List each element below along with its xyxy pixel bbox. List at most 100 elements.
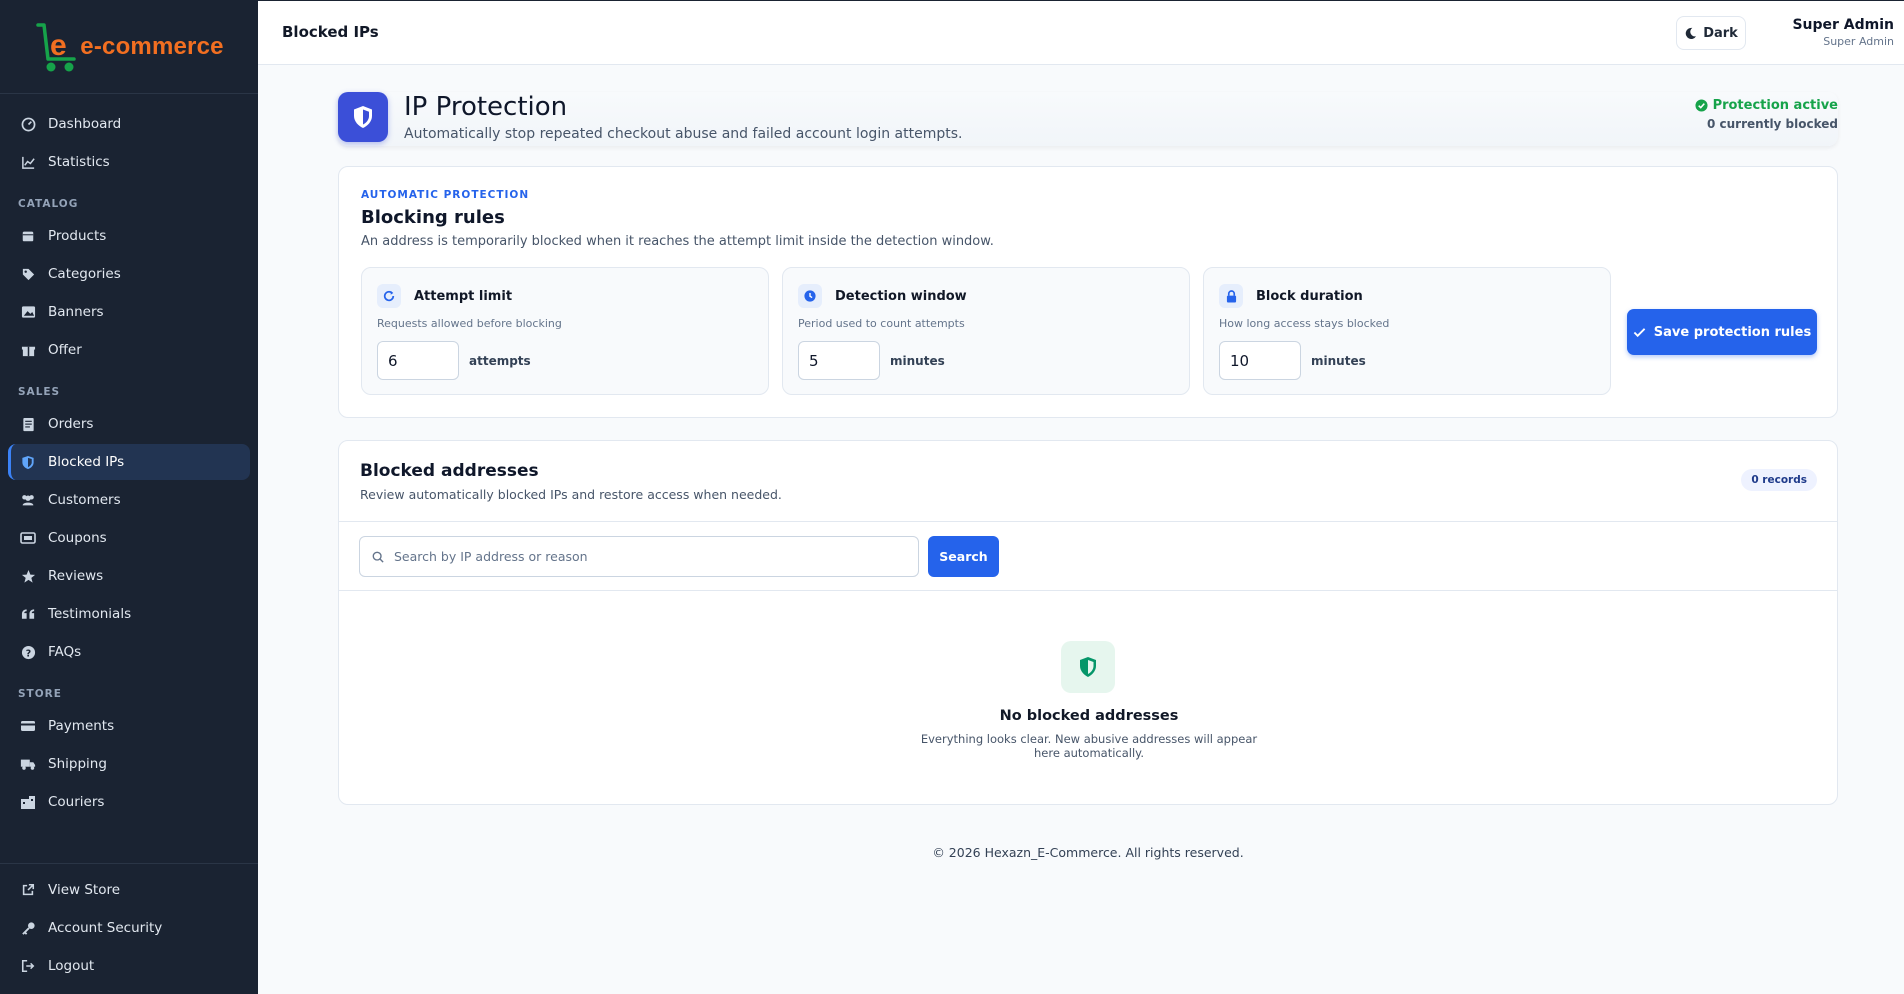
blocked-subtitle: Review automatically blocked IPs and res…: [360, 487, 782, 502]
sidebar-item-view-store[interactable]: View Store: [8, 872, 250, 908]
search-field[interactable]: [359, 536, 919, 577]
sidebar-item-categories[interactable]: Categories: [8, 256, 250, 292]
users-icon: [20, 492, 36, 508]
image-icon: [20, 304, 36, 320]
sidebar-item-payments[interactable]: Payments: [8, 708, 250, 744]
blocking-rules-card: AUTOMATIC PROTECTION Blocking rules An a…: [338, 166, 1838, 418]
chart-line-icon: [20, 154, 36, 170]
blocked-addresses-card: Blocked addresses Review automatically b…: [338, 440, 1838, 805]
blocked-count: 0 currently blocked: [1707, 117, 1838, 131]
brand-logo[interactable]: e e-commerce: [0, 0, 258, 94]
rule-unit: attempts: [469, 354, 531, 368]
quote-icon: [20, 606, 36, 622]
dark-mode-toggle[interactable]: Dark: [1676, 16, 1746, 50]
sidebar-item-label: Offer: [48, 342, 82, 358]
sidebar-item-dashboard[interactable]: Dashboard: [8, 106, 250, 142]
sidebar-item-label: Categories: [48, 266, 121, 282]
header-title: IP Protection: [404, 92, 568, 122]
receipt-icon: [20, 416, 36, 432]
sidebar-item-label: Blocked IPs: [48, 454, 125, 470]
detection-window-input[interactable]: [798, 341, 880, 380]
rule-title: Attempt limit: [414, 289, 513, 304]
sidebar-item-products[interactable]: Products: [8, 218, 250, 254]
sidebar-item-statistics[interactable]: Statistics: [8, 144, 250, 180]
search-button[interactable]: Search: [928, 536, 999, 577]
status-text: Protection active: [1712, 98, 1838, 113]
sidebar-item-label: Banners: [48, 304, 104, 320]
search-input[interactable]: [394, 549, 894, 564]
shield-icon: [20, 454, 36, 470]
building-icon: [20, 794, 36, 810]
attempt-limit-input[interactable]: [377, 341, 459, 380]
rule-detection-window: Detection window Period used to count at…: [782, 267, 1190, 395]
sidebar-item-shipping[interactable]: Shipping: [8, 746, 250, 782]
empty-state-title: No blocked addresses: [999, 708, 1179, 724]
sidebar-item-coupons[interactable]: Coupons: [8, 520, 250, 556]
dashboard-icon: [20, 116, 36, 132]
star-icon: [20, 568, 36, 584]
moon-icon: [1684, 27, 1697, 40]
rule-unit: minutes: [890, 354, 945, 368]
logo-text: e-commerce: [80, 32, 224, 60]
save-button-label: Save protection rules: [1653, 324, 1812, 340]
sidebar-item-label: Couriers: [48, 794, 105, 810]
sidebar-item-logout[interactable]: Logout: [8, 948, 250, 984]
save-protection-rules-button[interactable]: Save protection rules: [1627, 309, 1817, 355]
svg-text:e: e: [50, 29, 67, 62]
rule-subtitle: Requests allowed before blocking: [377, 317, 562, 330]
sidebar-item-label: Shipping: [48, 756, 107, 772]
svg-text:?: ?: [25, 648, 30, 659]
ticket-icon: [20, 530, 36, 546]
gift-icon: [20, 342, 36, 358]
protection-status: Protection active 0 currently blocked: [1695, 98, 1838, 131]
sidebar-item-label: Payments: [48, 718, 115, 734]
rules-eyebrow: AUTOMATIC PROTECTION: [361, 189, 530, 201]
key-icon: [20, 920, 36, 936]
page-title: Blocked IPs: [282, 23, 379, 41]
user-role: Super Admin: [1823, 35, 1894, 48]
sidebar-item-label: Account Security: [48, 920, 163, 936]
rule-block-duration: Block duration How long access stays blo…: [1203, 267, 1611, 395]
divider: [339, 521, 1837, 522]
rule-unit: minutes: [1311, 354, 1366, 368]
shield-check-icon: [1061, 641, 1115, 693]
dark-mode-label: Dark: [1703, 25, 1738, 41]
empty-state-subtitle: Everything looks clear. New abusive addr…: [920, 732, 1258, 760]
sidebar-item-label: FAQs: [48, 644, 82, 660]
check-icon: [1633, 327, 1646, 338]
sidebar-item-customers[interactable]: Customers: [8, 482, 250, 518]
sidebar-item-faqs[interactable]: ? FAQs: [8, 634, 250, 670]
rule-subtitle: How long access stays blocked: [1219, 317, 1390, 330]
truck-icon: [20, 756, 36, 772]
rule-title: Detection window: [835, 289, 967, 304]
sidebar-item-label: Coupons: [48, 530, 107, 546]
sidebar-item-orders[interactable]: Orders: [8, 406, 250, 442]
cart-icon: e: [34, 19, 78, 75]
tags-icon: [20, 266, 36, 282]
records-badge: 0 records: [1741, 469, 1817, 491]
section-catalog: CATALOG: [18, 198, 79, 210]
header-subtitle: Automatically stop repeated checkout abu…: [404, 126, 963, 142]
sidebar-item-blocked-ips[interactable]: Blocked IPs: [8, 444, 250, 480]
topbar: Blocked IPs Dark Super Admin Super Admin: [258, 0, 1904, 65]
sidebar-footer: View Store Account Security Logout: [0, 863, 258, 994]
footer: © 2026 Hexazn_E-Commerce. All rights res…: [932, 845, 1244, 860]
sidebar-item-reviews[interactable]: Reviews: [8, 558, 250, 594]
sidebar-item-label: Orders: [48, 416, 94, 432]
sidebar-nav: Dashboard Statistics CATALOG Products Ca…: [0, 94, 258, 820]
shield-icon: [338, 92, 388, 142]
sidebar-item-label: Logout: [48, 958, 95, 974]
divider: [339, 590, 1837, 591]
question-icon: ?: [20, 644, 36, 660]
sidebar-item-couriers[interactable]: Couriers: [8, 784, 250, 820]
sidebar-item-banners[interactable]: Banners: [8, 294, 250, 330]
sidebar-item-offer[interactable]: Offer: [8, 332, 250, 368]
sidebar-item-account-security[interactable]: Account Security: [8, 910, 250, 946]
lock-icon: [1219, 284, 1243, 308]
sidebar-item-label: Customers: [48, 492, 121, 508]
sidebar-item-testimonials[interactable]: Testimonials: [8, 596, 250, 632]
box-icon: [20, 228, 36, 244]
user-menu[interactable]: Super Admin Super Admin: [1792, 17, 1894, 48]
rule-attempt-limit: Attempt limit Requests allowed before bl…: [361, 267, 769, 395]
block-duration-input[interactable]: [1219, 341, 1301, 380]
